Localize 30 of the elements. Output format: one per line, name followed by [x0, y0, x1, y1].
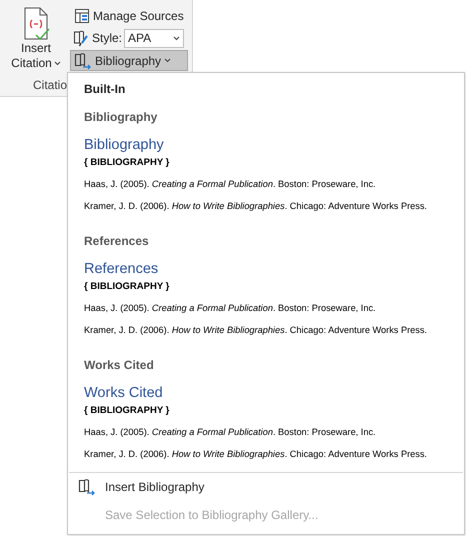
gallery-item-title[interactable]: References [84, 234, 464, 248]
field-code: { BIBLIOGRAPHY } [84, 281, 170, 292]
style-label: Style: [92, 31, 122, 45]
manage-sources-button[interactable]: Manage Sources [70, 5, 188, 26]
style-dropdown[interactable]: APA [124, 28, 184, 48]
citation-entry: Kramer, J. D. (2006). How to Write Bibliographies. Chicago: Adventure Works Press. [84, 325, 428, 335]
citation-entry: Haas, J. (2005). Creating a Formal Publication. Boston: Proseware, Inc. [84, 179, 377, 189]
insert-bibliography-item[interactable]: Insert Bibliography [68, 473, 464, 501]
citation-entry: Kramer, J. D. (2006). How to Write Bibliographies. Chicago: Adventure Works Press. [84, 201, 428, 211]
preview-heading: References [84, 261, 160, 277]
group-label: Citatio [33, 78, 68, 92]
gallery-item-title[interactable]: Works Cited [84, 358, 464, 372]
book-arrow-icon [78, 478, 96, 496]
gallery-item-title[interactable]: Bibliography [84, 110, 464, 124]
insert-citation-button[interactable]: Insert Citation [8, 5, 64, 77]
book-brush-icon [73, 30, 90, 46]
preview-heading: Works Cited [84, 385, 164, 401]
bibliography-button[interactable]: Bibliography [70, 50, 188, 71]
chevron-icon [164, 58, 172, 63]
preview-heading: Bibliography [84, 137, 165, 153]
section-header: Built-In [83, 81, 126, 97]
citation-entry: Haas, J. (2005). Creating a Formal Publication. Boston: Proseware, Inc. [84, 427, 377, 437]
chevron-icon [54, 61, 61, 66]
chevron-icon [173, 36, 180, 40]
citation-entry: Kramer, J. D. (2006). How to Write Bibliographies. Chicago: Adventure Works Press. [84, 449, 428, 459]
table-icon [74, 8, 90, 24]
field-code: { BIBLIOGRAPHY } [84, 405, 170, 416]
field-code: { BIBLIOGRAPHY } [84, 157, 170, 168]
citation-entry: Haas, J. (2005). Creating a Formal Publication. Boston: Proseware, Inc. [84, 303, 377, 313]
book-arrow-icon [74, 52, 92, 70]
